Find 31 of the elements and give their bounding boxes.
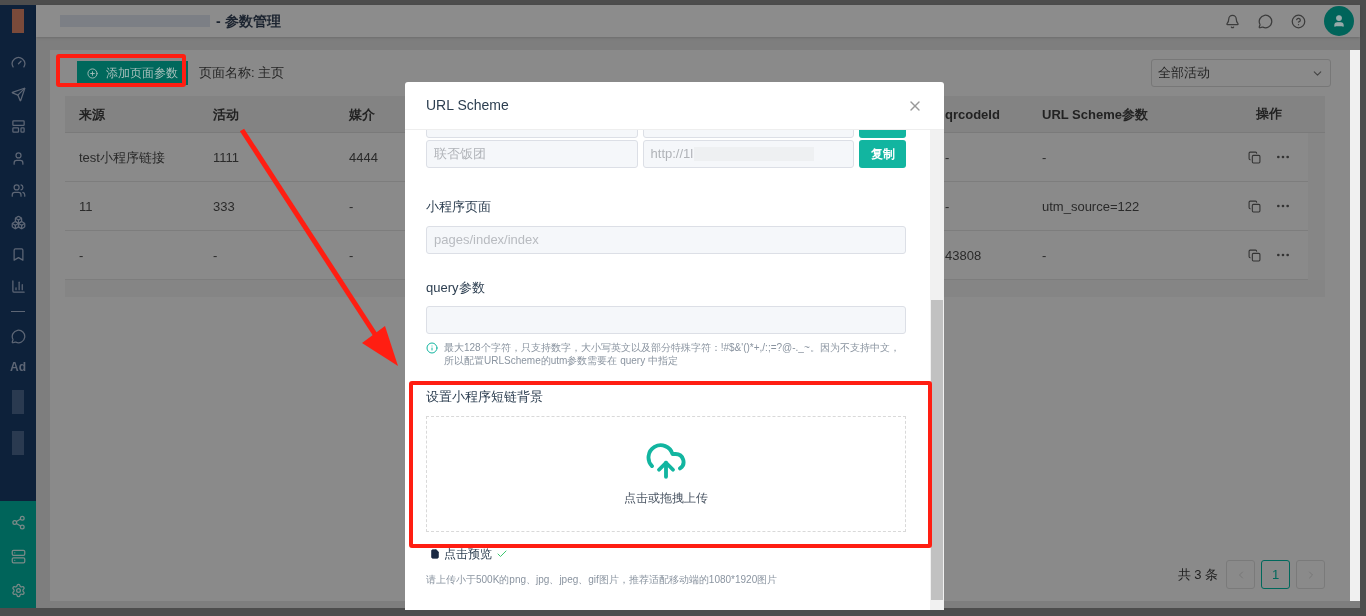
total-count: 共 3 条 — [1177, 565, 1218, 584]
column-header: 活动 — [213, 107, 239, 122]
column-header: 操作 — [1255, 105, 1282, 124]
upload-text: 点击或拖拽上传 — [624, 490, 708, 507]
table-cell: 333 — [213, 199, 235, 214]
column-header: 来源 — [79, 107, 105, 122]
upload-tip: 请上传小于500K的png、jpg、jpeg、gif图片，推荐适配移动端的1080*1920图片 — [426, 572, 779, 587]
table-cell: - — [349, 248, 354, 263]
table-cell: 43808 — [945, 248, 982, 263]
page-title: - 参数管理 — [216, 11, 281, 31]
table-cell: - — [79, 248, 84, 263]
table-cell: - — [349, 199, 354, 214]
field-label: query参数 — [426, 278, 486, 297]
page-name-label: 页面名称: 主页 — [199, 64, 285, 83]
table-cell: 1111 — [213, 150, 240, 165]
table-cell: - — [1042, 248, 1047, 263]
table-cell: - — [945, 150, 950, 165]
table-cell: - — [1042, 150, 1047, 165]
table-cell: 11 — [79, 199, 93, 214]
table-cell: - — [213, 248, 218, 263]
column-header: URL Scheme参数 — [1042, 107, 1148, 122]
table-cell: - — [945, 199, 950, 214]
column-header: qrcodeId — [945, 107, 1000, 122]
table-cell: 4444 — [349, 150, 378, 165]
field-label: 小程序页面 — [426, 198, 492, 216]
table-cell: utm_source=122 — [1042, 199, 1140, 214]
table-cell: test小程序链接 — [79, 150, 165, 165]
hint-text: 最大128个字符，只支持数字，大小写英文以及部分特殊字符：!#$&'()*+,/:;=?@-._~。因为不支持中文，所以配置URLScheme的utm参数需要在 query 中指定 — [444, 341, 901, 367]
dialog-title: URL Scheme — [426, 96, 509, 115]
field-label: 设置小程序短链背景 — [426, 388, 544, 406]
column-header: 媒介 — [349, 107, 375, 122]
